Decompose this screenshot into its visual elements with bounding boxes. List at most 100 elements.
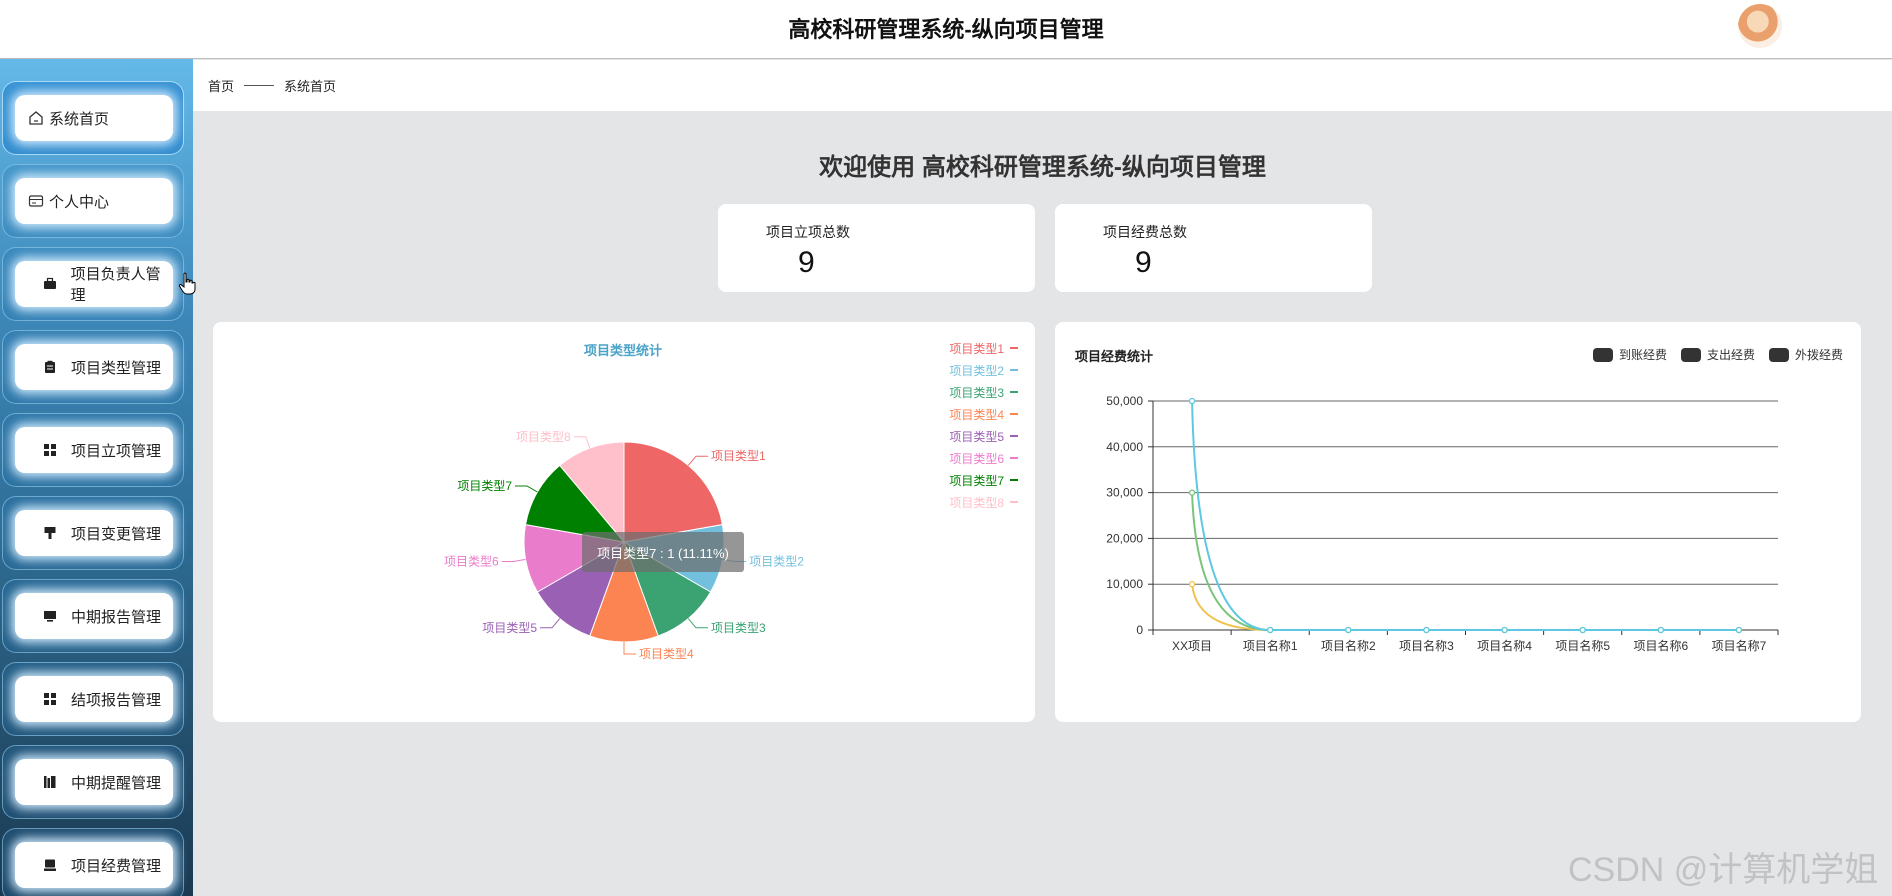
sidebar-item-button[interactable]: 项目负责人管理	[15, 261, 173, 307]
sidebar-item-label: 项目负责人管理	[70, 266, 161, 304]
profile-card-icon	[27, 192, 45, 210]
pie-label-line	[623, 642, 636, 655]
pie-label-line	[687, 455, 708, 466]
books-icon	[41, 773, 59, 791]
grid-icon	[41, 690, 59, 708]
sidebar-item-button[interactable]: 中期提醒管理	[15, 759, 173, 805]
sidebar-item-button[interactable]: 项目类型管理	[15, 344, 173, 390]
x-tick-label: 项目名称4	[1477, 638, 1532, 653]
pie-label-line	[540, 618, 561, 629]
sidebar-item-label: 个人中心	[49, 193, 110, 211]
y-tick-label: 20,000	[1106, 531, 1143, 545]
sidebar-item-label: 结项报告管理	[71, 691, 162, 709]
watermark: CSDN @计算机学姐	[1568, 851, 1879, 889]
pie-slice-label: 项目类型2	[749, 554, 804, 568]
paint-roller-icon	[41, 524, 59, 542]
pie-chart: 项目类型1 项目类型2 项目类型3 项目类型4 项目类型5 项目类型6 项目类型7 项目类型8	[444, 430, 804, 661]
pie-label-line	[687, 618, 708, 629]
grid-icon	[41, 441, 59, 459]
breadcrumb: 首页 系统首页	[193, 60, 1892, 111]
stat-label: 项目经费总数	[1103, 224, 1187, 240]
y-tick-label: 10,000	[1106, 577, 1143, 591]
app-title: 高校科研管理系统-纵向项目管理	[788, 17, 1104, 42]
top-header: 高校科研管理系统-纵向项目管理	[0, 0, 1892, 59]
data-point[interactable]	[1345, 626, 1352, 634]
x-tick-label: 项目名称6	[1633, 638, 1688, 653]
sidebar-item-label: 项目立项管理	[71, 442, 162, 460]
sidebar-item-reminder[interactable]: 中期提醒管理	[2, 745, 184, 819]
breadcrumb-current: 系统首页	[284, 79, 337, 94]
sidebar-item-label: 系统首页	[49, 110, 110, 128]
data-point[interactable]	[1423, 626, 1430, 634]
line-series[interactable]	[1191, 492, 1739, 631]
sidebar-item-button[interactable]: 项目立项管理	[15, 427, 173, 473]
user-avatar-icon[interactable]	[1738, 4, 1782, 48]
sidebar-item-button[interactable]: 中期报告管理	[15, 593, 173, 639]
stat-value: 9	[1135, 246, 1152, 279]
pie-slice-label: 项目类型8	[516, 430, 571, 444]
y-tick-label: 0	[1136, 623, 1143, 637]
x-tick-label: 项目名称5	[1555, 638, 1610, 653]
x-tick-label: 项目名称7	[1712, 638, 1767, 653]
stat-card-projects: 项目立项总数 9	[718, 204, 1035, 292]
sidebar: 系统首页 个人中心 项目负责人管理 项目类型管理 项目立项管理 项目变更管理 中…	[0, 59, 193, 896]
home-icon	[27, 109, 45, 127]
clipboard-icon	[41, 358, 59, 376]
sidebar-item-button[interactable]: 项目变更管理	[15, 510, 173, 556]
pie-slice-label: 项目类型4	[639, 647, 694, 661]
x-tick-label: 项目名称2	[1321, 638, 1376, 653]
sidebar-item-profile[interactable]: 个人中心	[2, 164, 184, 238]
sidebar-item-home[interactable]: 系统首页	[2, 81, 184, 155]
hand-cursor-icon	[178, 272, 196, 295]
pie-slice-label: 项目类型1	[711, 449, 766, 463]
data-point[interactable]	[1657, 626, 1664, 634]
briefcase-icon	[41, 275, 59, 293]
x-tick-label: 项目名称3	[1399, 638, 1454, 653]
sidebar-item-midreport[interactable]: 中期报告管理	[2, 579, 184, 653]
data-point[interactable]	[1579, 626, 1586, 634]
sidebar-item-label: 项目类型管理	[71, 359, 162, 377]
sidebar-item-label: 项目变更管理	[71, 525, 162, 543]
sidebar-item-change[interactable]: 项目变更管理	[2, 496, 184, 570]
sidebar-item-establish[interactable]: 项目立项管理	[2, 413, 184, 487]
y-tick-label: 40,000	[1106, 440, 1143, 454]
sidebar-item-button[interactable]: 个人中心	[15, 178, 173, 224]
sidebar-item-type[interactable]: 项目类型管理	[2, 330, 184, 404]
welcome-heading: 欢迎使用 高校科研管理系统-纵向项目管理	[819, 154, 1266, 181]
sidebar-item-label: 中期提醒管理	[71, 774, 162, 792]
sidebar-item-button[interactable]: 项目经费管理	[15, 842, 173, 888]
pie-label-line	[515, 485, 538, 493]
data-point[interactable]	[1188, 397, 1196, 405]
y-tick-label: 50,000	[1106, 394, 1143, 408]
pie-label-line	[501, 558, 526, 562]
sidebar-item-label: 中期报告管理	[71, 608, 162, 626]
x-tick-label: XX项目	[1172, 639, 1212, 653]
line-chart: 0 10,000 20,000 30,000 40,000 50,000 XX项目 项目名称1…	[1106, 394, 1779, 653]
data-point[interactable]	[1501, 626, 1508, 634]
stat-value: 9	[798, 246, 815, 279]
breadcrumb-home-link[interactable]: 首页	[208, 76, 234, 95]
data-point[interactable]	[1188, 489, 1196, 496]
sidebar-item-button[interactable]: 系统首页	[15, 95, 173, 141]
pie-label-line	[573, 436, 591, 449]
line-chart-panel: 项目经费统计 到账经费 支出经费 外拨经费 0 10,000 20,000 30,00…	[1055, 322, 1861, 722]
y-tick-label: 30,000	[1106, 486, 1143, 500]
breadcrumb-separator	[244, 85, 275, 86]
data-point[interactable]	[1267, 626, 1274, 634]
pie-slice-label: 项目类型3	[711, 621, 766, 635]
pie-slice-label: 项目类型5	[482, 621, 537, 635]
printer-icon	[41, 856, 59, 874]
line-series[interactable]	[1191, 584, 1739, 631]
sidebar-item-funds[interactable]: 项目经费管理	[2, 828, 184, 896]
line-series[interactable]	[1191, 400, 1739, 631]
sidebar-item-finalreport[interactable]: 结项报告管理	[2, 662, 184, 736]
sidebar-item-label: 项目经费管理	[71, 857, 162, 875]
sidebar-item-button[interactable]: 结项报告管理	[15, 676, 173, 722]
sidebar-item-leader[interactable]: 项目负责人管理	[2, 247, 184, 321]
x-tick-label: 项目名称1	[1243, 638, 1298, 653]
monitor-icon	[41, 607, 59, 625]
stat-card-funds: 项目经费总数 9	[1055, 204, 1372, 292]
data-point[interactable]	[1188, 581, 1196, 588]
data-point[interactable]	[1735, 626, 1743, 634]
pie-chart-panel: 项目类型统计 项目类型1 项目类型2 项目类型3 项目类型4 项目类型5 项目类型6 项目类…	[213, 322, 1035, 722]
